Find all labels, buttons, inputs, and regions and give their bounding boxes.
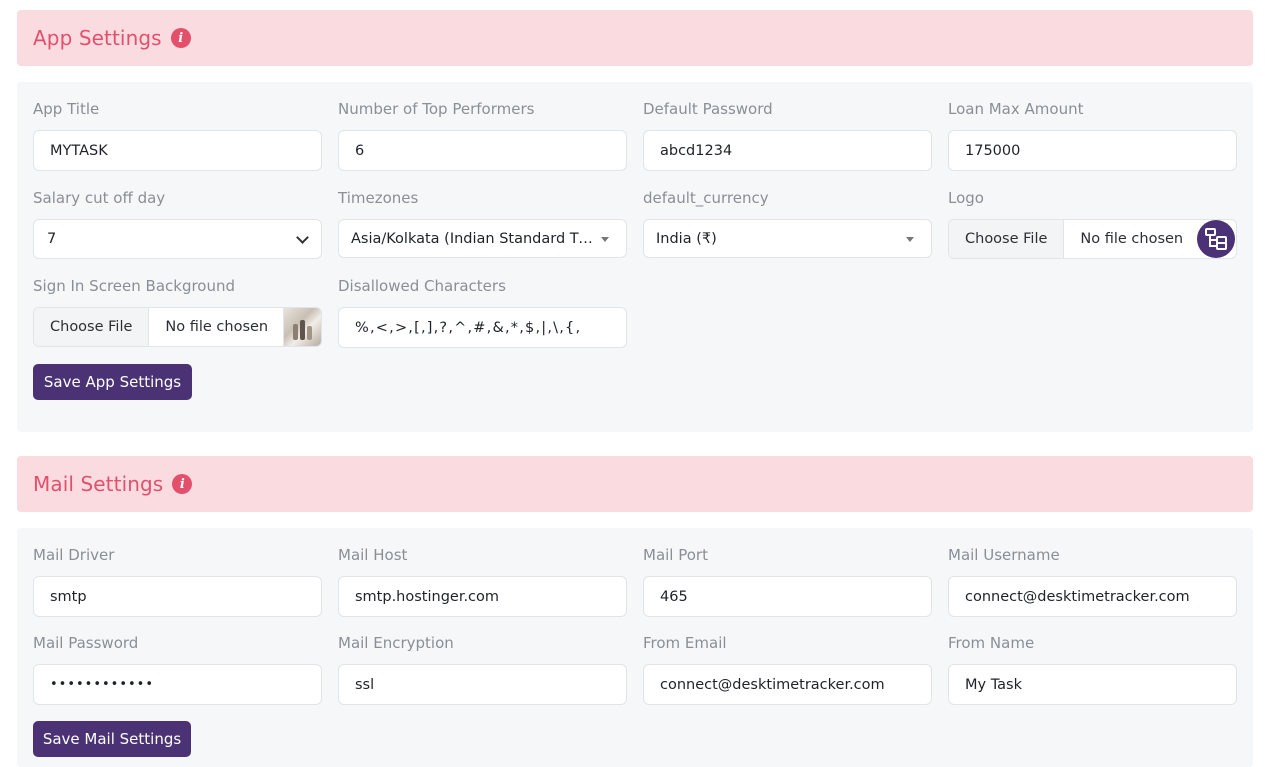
- mail-settings-card: [17, 528, 1253, 767]
- logo-file-status: No file chosen: [1080, 231, 1184, 247]
- disallowed-characters-input[interactable]: %,<,>,[,],?,^,#,&,*,$,|,\,{,: [338, 307, 627, 348]
- mail-driver-label: Mail Driver: [33, 546, 115, 564]
- default-password-input[interactable]: abcd1234: [643, 130, 932, 171]
- mail-driver-input[interactable]: smtp: [33, 576, 322, 617]
- info-icon[interactable]: i: [172, 474, 193, 494]
- save-mail-settings-button[interactable]: Save Mail Settings: [33, 721, 191, 757]
- caret-down-icon: [906, 237, 914, 242]
- mail-port-input[interactable]: 465: [643, 576, 932, 617]
- salary-cut-off-value: 7: [47, 231, 57, 247]
- disallowed-characters-label: Disallowed Characters: [338, 277, 506, 295]
- mail-encryption-label: Mail Encryption: [338, 634, 454, 652]
- background-preview-image: [283, 308, 321, 346]
- mail-encryption-input[interactable]: ssl: [338, 664, 627, 705]
- default-currency-select[interactable]: India (₹): [643, 219, 932, 258]
- save-app-settings-button[interactable]: Save App Settings: [33, 364, 192, 400]
- default-currency-label: default_currency: [643, 189, 769, 207]
- logo-preview-icon: [1197, 220, 1235, 258]
- caret-down-icon: [601, 237, 609, 242]
- app-settings-title: App Settings: [33, 26, 162, 50]
- mail-password-label: Mail Password: [33, 634, 139, 652]
- mail-password-input[interactable]: ••••••••••••: [33, 664, 322, 705]
- loan-max-amount-label: Loan Max Amount: [948, 100, 1084, 118]
- from-name-label: From Name: [948, 634, 1035, 652]
- logo-choose-file-button[interactable]: Choose File: [949, 220, 1065, 258]
- top-performers-input[interactable]: 6: [338, 130, 627, 171]
- salary-cut-off-label: Salary cut off day: [33, 189, 166, 207]
- timezones-select[interactable]: Asia/Kolkata (Indian Standard Time): [338, 219, 627, 258]
- default-currency-value: India (₹): [656, 230, 717, 247]
- sign-in-background-label: Sign In Screen Background: [33, 277, 236, 295]
- top-performers-label: Number of Top Performers: [338, 100, 535, 118]
- background-choose-file-button[interactable]: Choose File: [34, 308, 150, 346]
- info-icon[interactable]: i: [170, 28, 191, 48]
- default-password-label: Default Password: [643, 100, 773, 118]
- mail-settings-title: Mail Settings: [33, 472, 164, 496]
- timezones-label: Timezones: [338, 189, 419, 207]
- mail-host-label: Mail Host: [338, 546, 408, 564]
- loan-max-amount-input[interactable]: 175000: [948, 130, 1237, 171]
- timezones-value: Asia/Kolkata (Indian Standard Time): [351, 230, 596, 247]
- from-email-input[interactable]: connect@desktimetracker.com: [643, 664, 932, 705]
- logo-label: Logo: [948, 189, 984, 207]
- salary-cut-off-select[interactable]: 7: [33, 219, 322, 259]
- chevron-down-icon: [296, 231, 309, 244]
- app-settings-header: App Settings i: [17, 10, 1253, 66]
- mail-settings-header: Mail Settings i: [17, 456, 1253, 512]
- mail-host-input[interactable]: smtp.hostinger.com: [338, 576, 627, 617]
- mail-port-label: Mail Port: [643, 546, 708, 564]
- app-title-input[interactable]: MYTASK: [33, 130, 322, 171]
- logo-file-input[interactable]: Choose File No file chosen: [948, 219, 1237, 259]
- app-title-label: App Title: [33, 100, 100, 118]
- background-file-status: No file chosen: [165, 319, 269, 335]
- mail-username-label: Mail Username: [948, 546, 1060, 564]
- from-name-input[interactable]: My Task: [948, 664, 1237, 705]
- from-email-label: From Email: [643, 634, 727, 652]
- mail-username-input[interactable]: connect@desktimetracker.com: [948, 576, 1237, 617]
- sign-in-background-file-input[interactable]: Choose File No file chosen: [33, 307, 322, 347]
